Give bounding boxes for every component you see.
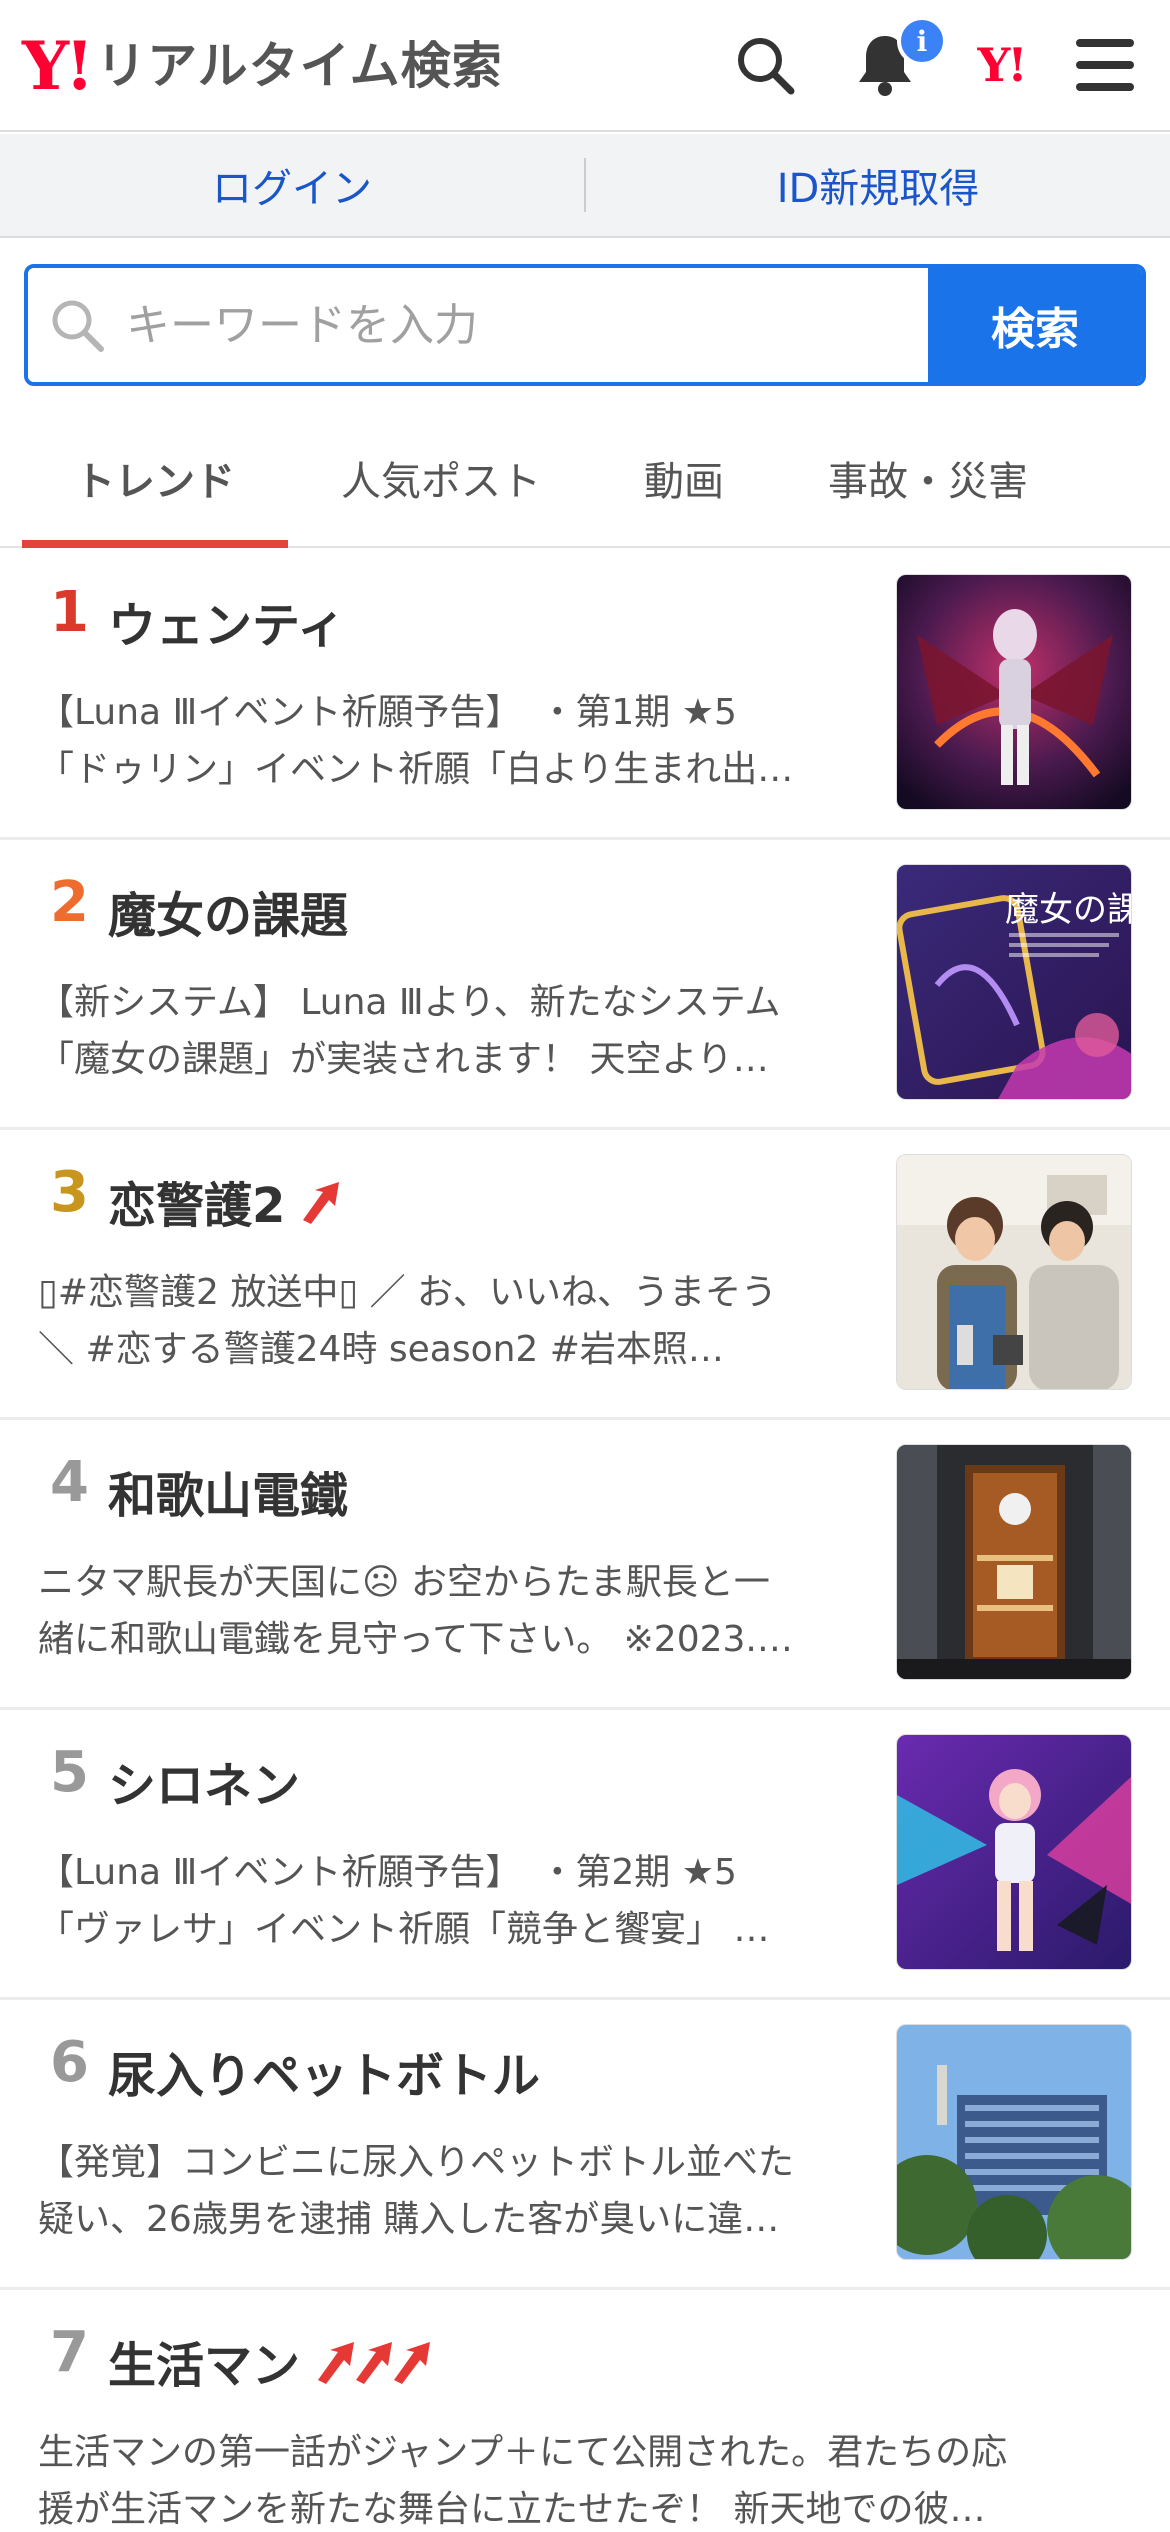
hamburger-menu-icon[interactable] — [1070, 30, 1140, 100]
trend-title-text: 生活マン — [108, 2338, 301, 2394]
trend-thumbnail[interactable]: 魔女の課 — [896, 864, 1132, 1100]
login-link[interactable]: ログイン — [0, 156, 584, 214]
description-line: 【新システム】 Luna Ⅲより、新たなシステム — [38, 982, 781, 1023]
trend-title[interactable]: 生活マン — [108, 2326, 434, 2396]
tab-bar: トレンド 人気ポスト 動画 事故・災害 — [0, 410, 1170, 548]
yahoo-japan-icon[interactable]: Y! — [966, 30, 1036, 100]
trend-description: 【Luna Ⅲイベント祈願予告】 ・第2期 ★5 「ヴァレサ」イベント祈願「競争… — [38, 1844, 858, 1958]
tab-video[interactable]: 動画 — [604, 410, 764, 546]
tab-accident-disaster[interactable]: 事故・災害 — [800, 410, 1056, 546]
trend-item[interactable]: 3 恋警護2 ▯#恋警護2 放送中▯ ／ お、いいね、うまそう ＼ #恋する警護… — [0, 1130, 1170, 1420]
tab-popular-posts[interactable]: 人気ポスト — [318, 410, 564, 546]
trend-title[interactable]: 魔女の課題 — [108, 876, 348, 946]
description-line: ＼ #恋する警護24時 season2 #岩本照… — [38, 1329, 724, 1370]
trend-title[interactable]: 尿入りペットボトル — [108, 2036, 540, 2106]
trend-title-text: 魔女の課題 — [108, 888, 349, 944]
description-line: 【発覚】コンビニに尿入りペットボトル並べた — [38, 2142, 795, 2183]
description-line: 【Luna Ⅲイベント祈願予告】 ・第2期 ★5 — [38, 1852, 737, 1893]
description-line: ニタマ駅長が天国に☹ お空からたま駅長と一 — [38, 1562, 770, 1603]
trend-description: 【Luna Ⅲイベント祈願予告】 ・第1期 ★5 「ドゥリン」イベント祈願「白よ… — [38, 684, 858, 798]
rank-number: 1 — [50, 580, 89, 645]
rank-number: 3 — [50, 1160, 89, 1225]
description-line: 援が生活マンを新たな舞台に立たせたぞ！ 新天地での彼… — [38, 2489, 986, 2530]
logo-title: リアルタイム検索 — [96, 37, 503, 95]
search-input-icon — [28, 297, 126, 353]
description-line: 「ヴァレサ」イベント祈願「競争と饗宴」 … — [38, 1909, 770, 1950]
search-field-wrap — [28, 268, 928, 382]
trend-list: 1 ウェンティ 【Luna Ⅲイベント祈願予告】 ・第1期 ★5 「ドゥリン」イ… — [0, 550, 1170, 2532]
rank-number: 4 — [50, 1450, 89, 1515]
trend-title[interactable]: 恋警護2 — [108, 1166, 343, 1236]
description-line: ▯#恋警護2 放送中▯ ／ お、いいね、うまそう — [38, 1272, 778, 1313]
trend-title[interactable]: シロネン — [108, 1746, 300, 1816]
trend-description: 生活マンの第一話がジャンプ＋にて公開された。君たちの応 援が生活マンを新たな舞台… — [38, 2424, 1138, 2532]
yahoo-realtime-logo[interactable]: Y! リアルタイム検索 — [22, 28, 503, 104]
register-link[interactable]: ID新規取得 — [586, 156, 1170, 214]
login-bar: ログイン ID新規取得 — [0, 134, 1170, 238]
trend-thumbnail[interactable] — [896, 574, 1132, 810]
trend-up-arrow-icon — [303, 1182, 340, 1224]
trend-item[interactable]: 7 生活マン 生活マンの第一話がジャンプ＋にて公開された。君たちの応 援が生活マ… — [0, 2290, 1170, 2532]
trend-item[interactable]: 1 ウェンティ 【Luna Ⅲイベント祈願予告】 ・第1期 ★5 「ドゥリン」イ… — [0, 550, 1170, 840]
trend-thumbnail[interactable] — [896, 1444, 1132, 1680]
trend-title[interactable]: ウェンティ — [108, 586, 345, 656]
trend-up-arrow-icon — [394, 2342, 431, 2384]
trend-title-text: ウェンティ — [108, 598, 346, 654]
description-line: 「魔女の課題」が実装されます！ 天空より… — [38, 1039, 769, 1080]
trend-up-arrows — [299, 1178, 343, 1224]
trend-item[interactable]: 4 和歌山電鐵 ニタマ駅長が天国に☹ お空からたま駅長と一 緒に和歌山電鐵を見守… — [0, 1420, 1170, 1710]
rank-number: 2 — [50, 870, 89, 935]
notification-badge: i — [897, 16, 947, 66]
trend-up-arrows — [314, 2338, 434, 2384]
trend-title-text: 尿入りペットボトル — [108, 2048, 541, 2104]
rank-number: 5 — [50, 1740, 89, 1805]
trend-title-text: シロネン — [108, 1758, 301, 1814]
trend-item[interactable]: 2 魔女の課題 【新システム】 Luna Ⅲより、新たなシステム 「魔女の課題」… — [0, 840, 1170, 1130]
trend-item[interactable]: 6 尿入りペットボトル 【発覚】コンビニに尿入りペットボトル並べた 疑い、26歳… — [0, 2000, 1170, 2290]
trend-title[interactable]: 和歌山電鐵 — [108, 1456, 348, 1526]
description-line: 緒に和歌山電鐵を見守って下さい。 ※2023.… — [38, 1619, 793, 1660]
trend-description: 【発覚】コンビニに尿入りペットボトル並べた 疑い、26歳男を逮捕 購入した客が臭… — [38, 2134, 858, 2248]
description-line: 「ドゥリン」イベント祈願「白より生まれ出… — [38, 749, 794, 790]
rank-number: 6 — [50, 2030, 89, 2095]
tab-trend[interactable]: トレンド — [22, 410, 288, 548]
search-icon[interactable] — [730, 30, 800, 100]
trend-title-text: 和歌山電鐵 — [108, 1468, 349, 1524]
trend-thumbnail[interactable] — [896, 2024, 1132, 2260]
description-line: 生活マンの第一話がジャンプ＋にて公開された。君たちの応 — [38, 2432, 1008, 2473]
description-line: 疑い、26歳男を逮捕 購入した客が臭いに違… — [38, 2199, 780, 2240]
search-form: 検索 — [24, 264, 1146, 386]
trend-thumbnail[interactable] — [896, 1154, 1132, 1390]
trend-thumbnail[interactable] — [896, 1734, 1132, 1970]
yahoo-link-label: Y! — [977, 38, 1027, 92]
trend-description: ▯#恋警護2 放送中▯ ／ お、いいね、うまそう ＼ #恋する警護24時 sea… — [38, 1264, 858, 1378]
trend-description: ニタマ駅長が天国に☹ お空からたま駅長と一 緒に和歌山電鐵を見守って下さい。 ※… — [38, 1554, 858, 1668]
search-button[interactable]: 検索 — [928, 268, 1142, 382]
header: Y! リアルタイム検索 i Y! — [0, 0, 1170, 132]
rank-number: 7 — [50, 2320, 89, 2385]
trend-title-text: 恋警護2 — [108, 1178, 286, 1234]
trend-description: 【新システム】 Luna Ⅲより、新たなシステム 「魔女の課題」が実装されます！… — [38, 974, 858, 1088]
trend-item[interactable]: 5 シロネン 【Luna Ⅲイベント祈願予告】 ・第2期 ★5 「ヴァレサ」イベ… — [0, 1710, 1170, 2000]
yahoo-logo-mark: Y! — [22, 27, 94, 105]
description-line: 【Luna Ⅲイベント祈願予告】 ・第1期 ★5 — [38, 692, 737, 733]
thumbnail-caption: 魔女の課 — [1005, 890, 1132, 930]
search-input[interactable] — [126, 299, 928, 351]
